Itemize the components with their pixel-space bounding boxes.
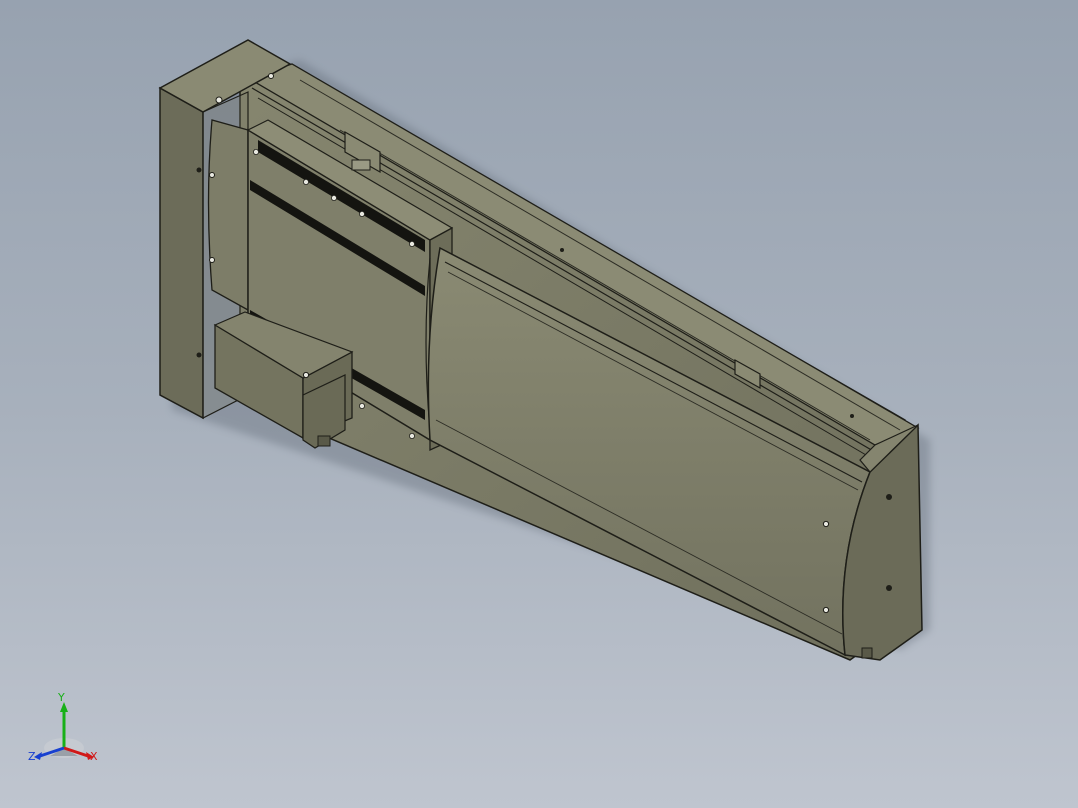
screw-hole [822, 520, 830, 528]
x-axis-label: X [90, 750, 98, 763]
bracket-tab [351, 159, 371, 171]
end-cap-notch [861, 647, 873, 659]
screw-hole [209, 257, 215, 263]
left-end-cap-front[interactable] [159, 86, 204, 420]
screw-hole [822, 606, 830, 614]
screw-hole [886, 494, 892, 500]
screw-hole [850, 414, 854, 418]
screw-hole [560, 248, 564, 252]
view-orientation-triad[interactable]: Y X Z [22, 690, 112, 770]
z-axis-label: Z [28, 750, 36, 763]
screw-hole [196, 167, 202, 173]
screw-hole [302, 371, 310, 379]
motor-notch [317, 435, 331, 447]
screw-hole [268, 73, 274, 79]
screw-hole [209, 172, 215, 178]
graphics-viewport[interactable]: Y X Z [0, 0, 1078, 808]
left-side-plate[interactable] [207, 119, 249, 312]
screw-hole [196, 352, 202, 358]
linear-actuator-model[interactable] [0, 0, 1078, 808]
screw-hole [886, 585, 892, 591]
screw-hole [215, 96, 223, 104]
y-axis-label: Y [58, 691, 65, 704]
